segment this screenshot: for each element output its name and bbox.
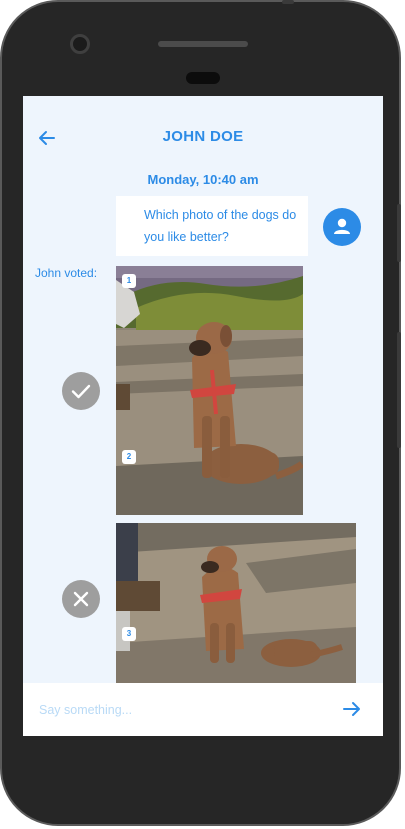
- vote-photo-1[interactable]: 1 2: [116, 266, 303, 515]
- contact-name-title: JOHN DOE: [162, 128, 244, 145]
- photo-number-badge: 1: [122, 274, 136, 288]
- voted-label: John voted:: [35, 266, 98, 280]
- message-timestamp: Monday, 10:40 am: [147, 172, 259, 187]
- dog-photo-1: [116, 266, 303, 515]
- user-icon: [334, 218, 350, 234]
- check-icon: [71, 384, 91, 399]
- send-arrow-icon[interactable]: [341, 699, 363, 719]
- power-button: [397, 332, 401, 448]
- photo-number-badge: 2: [122, 450, 136, 464]
- photo-number-badge: 3: [122, 627, 136, 641]
- vote-photo-2[interactable]: 3: [116, 523, 356, 683]
- close-icon: [73, 591, 89, 607]
- message-input[interactable]: [37, 699, 301, 721]
- volume-button: [397, 204, 401, 262]
- message-bubble: Which photo of the dogs do you like bett…: [116, 196, 308, 256]
- earpiece-speaker: [158, 41, 248, 47]
- proximity-sensor: [186, 72, 220, 84]
- phone-frame: JOHN DOE Monday, 10:40 am Which photo of…: [0, 0, 401, 826]
- vote-selected-mark[interactable]: [62, 372, 100, 410]
- dog-photo-2: [116, 523, 356, 683]
- avatar[interactable]: [323, 208, 361, 246]
- chat-screen: JOHN DOE Monday, 10:40 am Which photo of…: [23, 96, 383, 736]
- top-edge-button: [282, 0, 294, 4]
- message-composer: [23, 683, 383, 736]
- front-camera: [70, 34, 90, 54]
- vote-rejected-mark[interactable]: [62, 580, 100, 618]
